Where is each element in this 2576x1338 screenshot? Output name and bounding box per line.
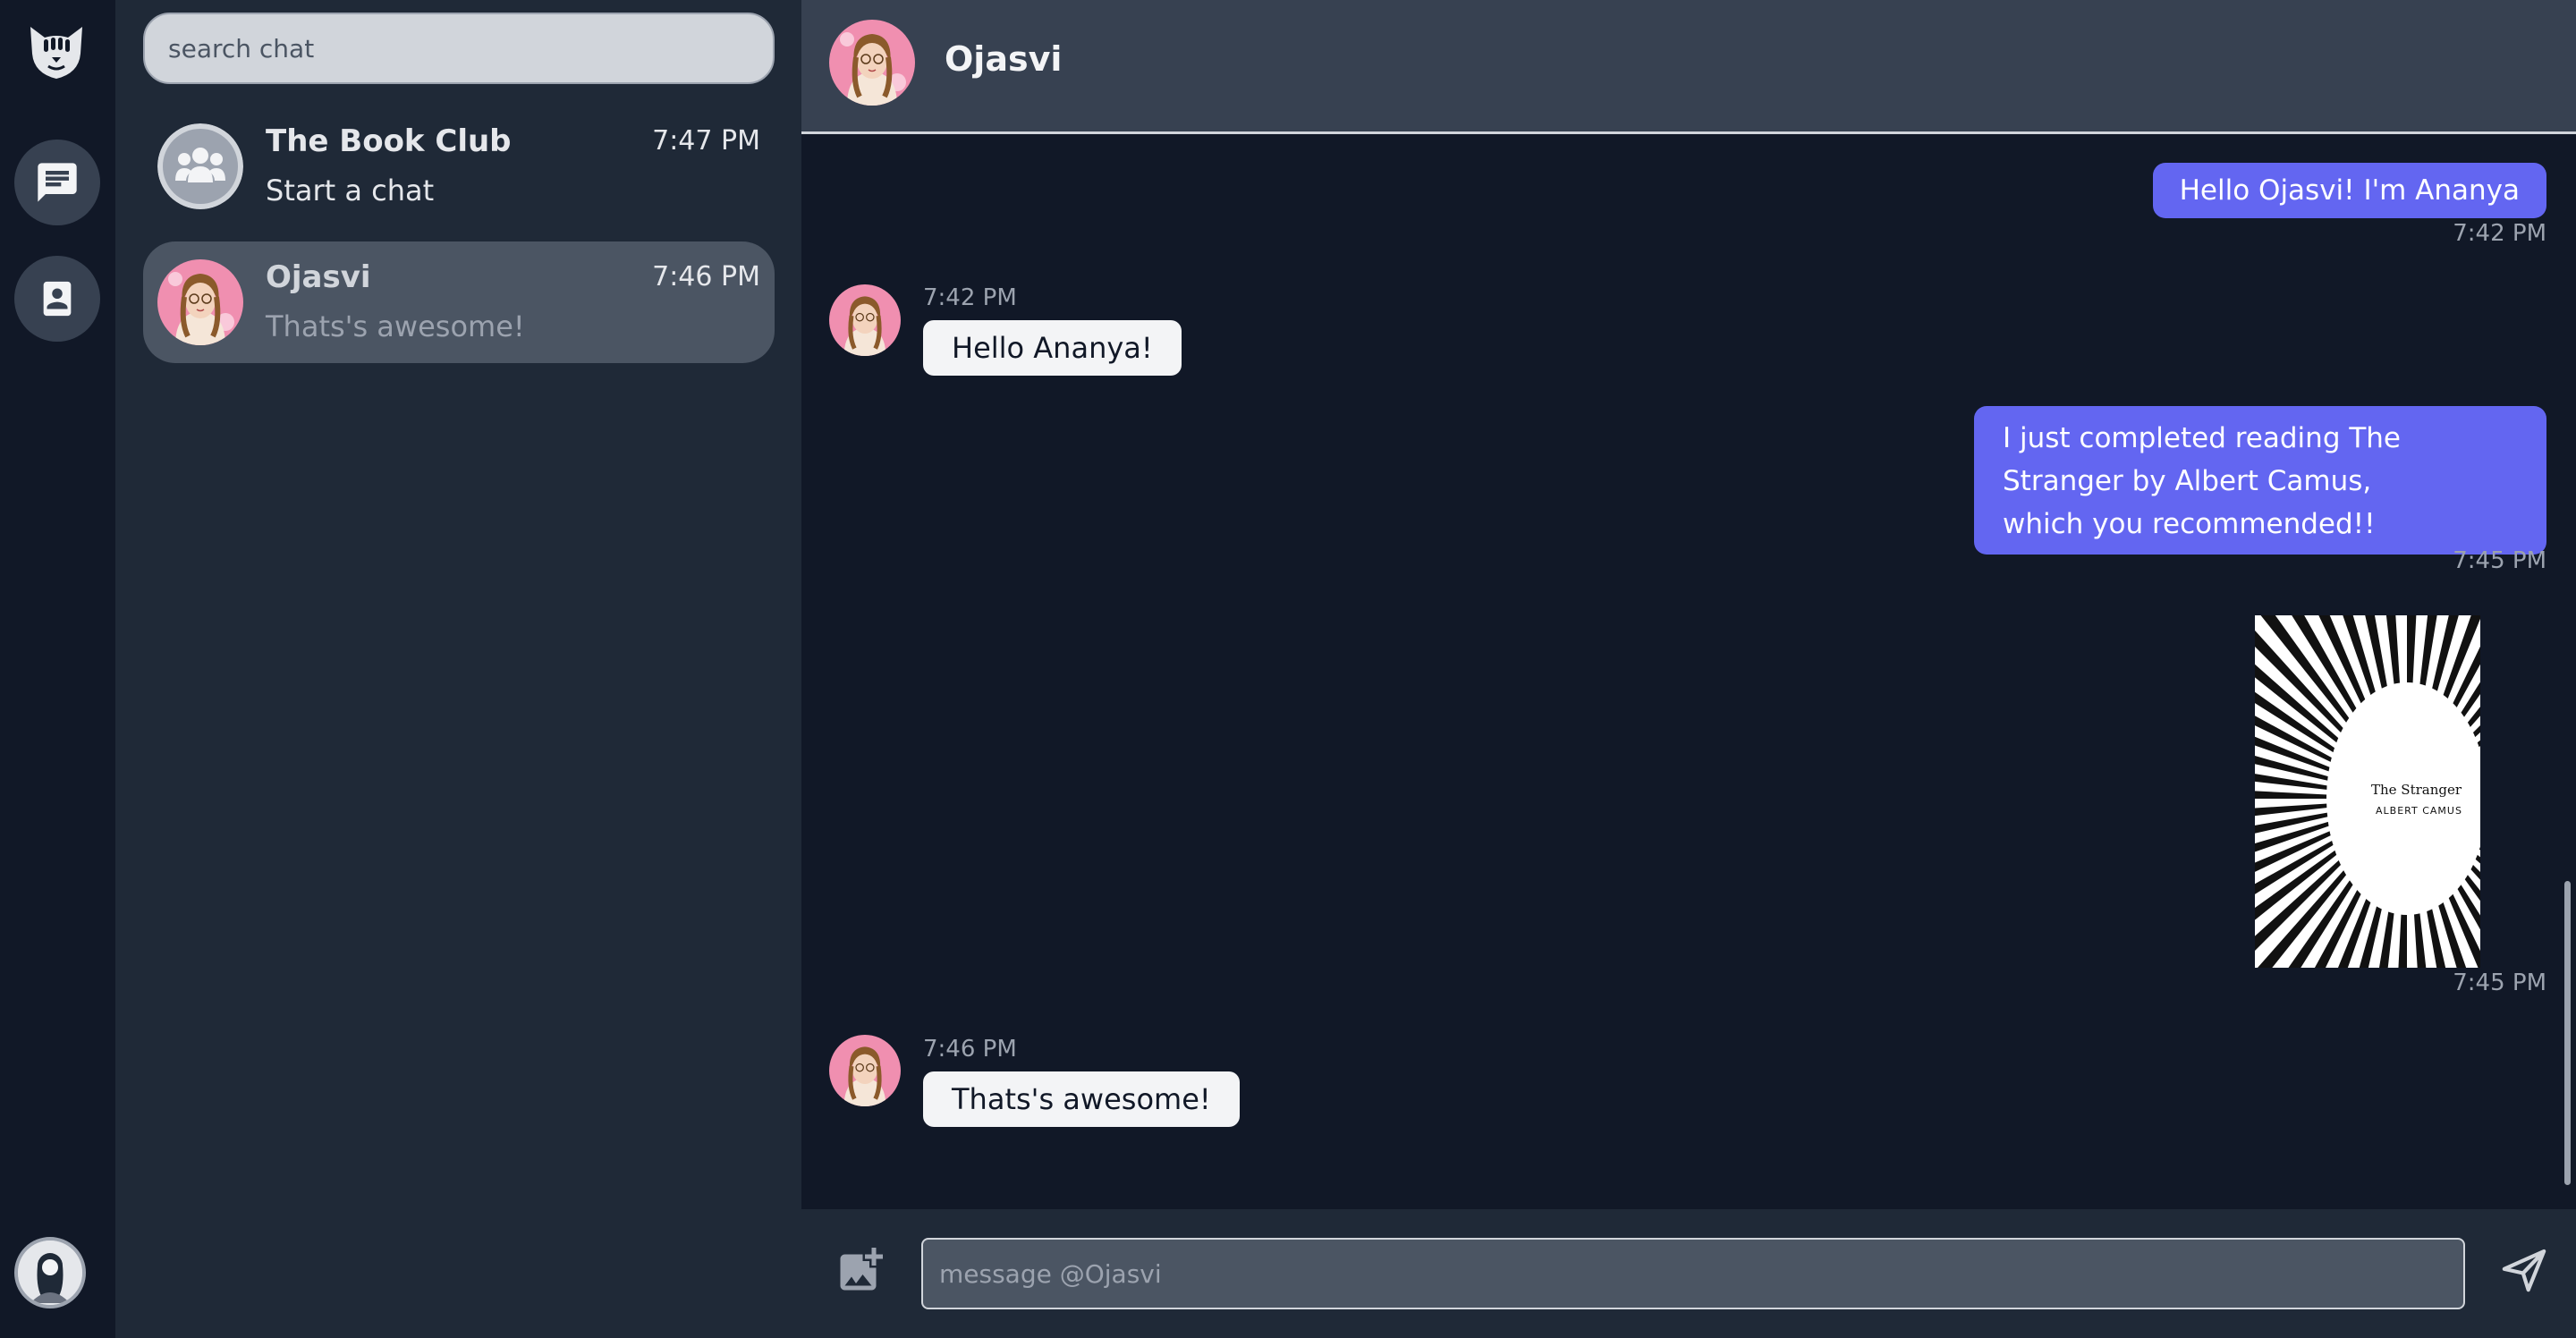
contact-name: Ojasvi <box>945 39 1063 79</box>
user-avatar <box>157 259 243 345</box>
chat-bubble-icon <box>38 163 77 202</box>
sender-avatar <box>829 284 901 356</box>
conversation-item[interactable]: The Book Club 7:47 PM Start a chat <box>143 106 775 227</box>
book-title: The Stranger <box>2371 782 2462 798</box>
incoming-message: Hello Ananya! <box>923 320 1182 376</box>
incoming-message: Thats's awesome! <box>923 1071 1240 1127</box>
message-line: which you recommended!! <box>2003 508 2376 540</box>
conversation-list-panel: The Book Club 7:47 PM Start a chat <box>115 0 801 1338</box>
conversation-time: 7:47 PM <box>652 125 760 157</box>
cat-logo-icon[interactable] <box>27 23 86 82</box>
chat-header: Ojasvi <box>801 0 2576 134</box>
message-line: Stranger by Albert Camus, <box>2003 465 2372 497</box>
search-input[interactable] <box>143 13 775 84</box>
outgoing-message: Hello Ojasvi! I'm Ananya <box>2152 163 2546 218</box>
send-icon[interactable] <box>2499 1245 2549 1295</box>
add-photo-icon[interactable] <box>834 1243 887 1297</box>
book-cover-image[interactable]: The Stranger ALBERT CAMUS <box>2255 615 2480 968</box>
book-author: ALBERT CAMUS <box>2376 805 2462 817</box>
message-scrollbar[interactable] <box>2564 881 2571 1185</box>
contact-avatar[interactable] <box>829 20 915 106</box>
conversation-time: 7:46 PM <box>652 261 760 292</box>
outgoing-message: I just completed reading The Stranger by… <box>1974 406 2546 555</box>
nav-rail <box>0 0 115 1338</box>
message-time: 7:42 PM <box>923 284 1017 311</box>
message-list: Hello Ojasvi! I'm Ananya 7:42 PM 7:42 PM… <box>801 134 2576 1207</box>
message-line: I just completed reading The <box>2003 422 2402 454</box>
contact-book-icon <box>43 281 72 317</box>
message-time: 7:46 PM <box>923 1036 1017 1063</box>
current-user-avatar[interactable] <box>14 1237 86 1308</box>
message-time: 7:42 PM <box>2453 220 2546 247</box>
message-composer <box>801 1209 2576 1338</box>
message-input[interactable] <box>921 1238 2465 1309</box>
chat-main: Ojasvi Hello Ojasvi! I'm Ananya 7:42 PM <box>801 0 2576 1338</box>
chat-app: The Book Club 7:47 PM Start a chat <box>0 0 2576 1338</box>
conversation-preview: Thats's awesome! <box>266 309 525 343</box>
contacts-nav-button[interactable] <box>14 256 100 342</box>
message-time: 7:45 PM <box>2453 547 2546 574</box>
conversation-preview: Start a chat <box>266 174 435 207</box>
group-avatar <box>157 123 243 209</box>
conversation-name: The Book Club <box>266 123 512 159</box>
group-icon <box>157 123 243 209</box>
message-time: 7:45 PM <box>2453 970 2546 996</box>
conversation-item-selected[interactable]: Ojasvi 7:46 PM Thats's awesome! <box>143 241 775 363</box>
chats-nav-button[interactable] <box>14 140 100 225</box>
sender-avatar <box>829 1035 901 1106</box>
conversation-name: Ojasvi <box>266 259 371 295</box>
